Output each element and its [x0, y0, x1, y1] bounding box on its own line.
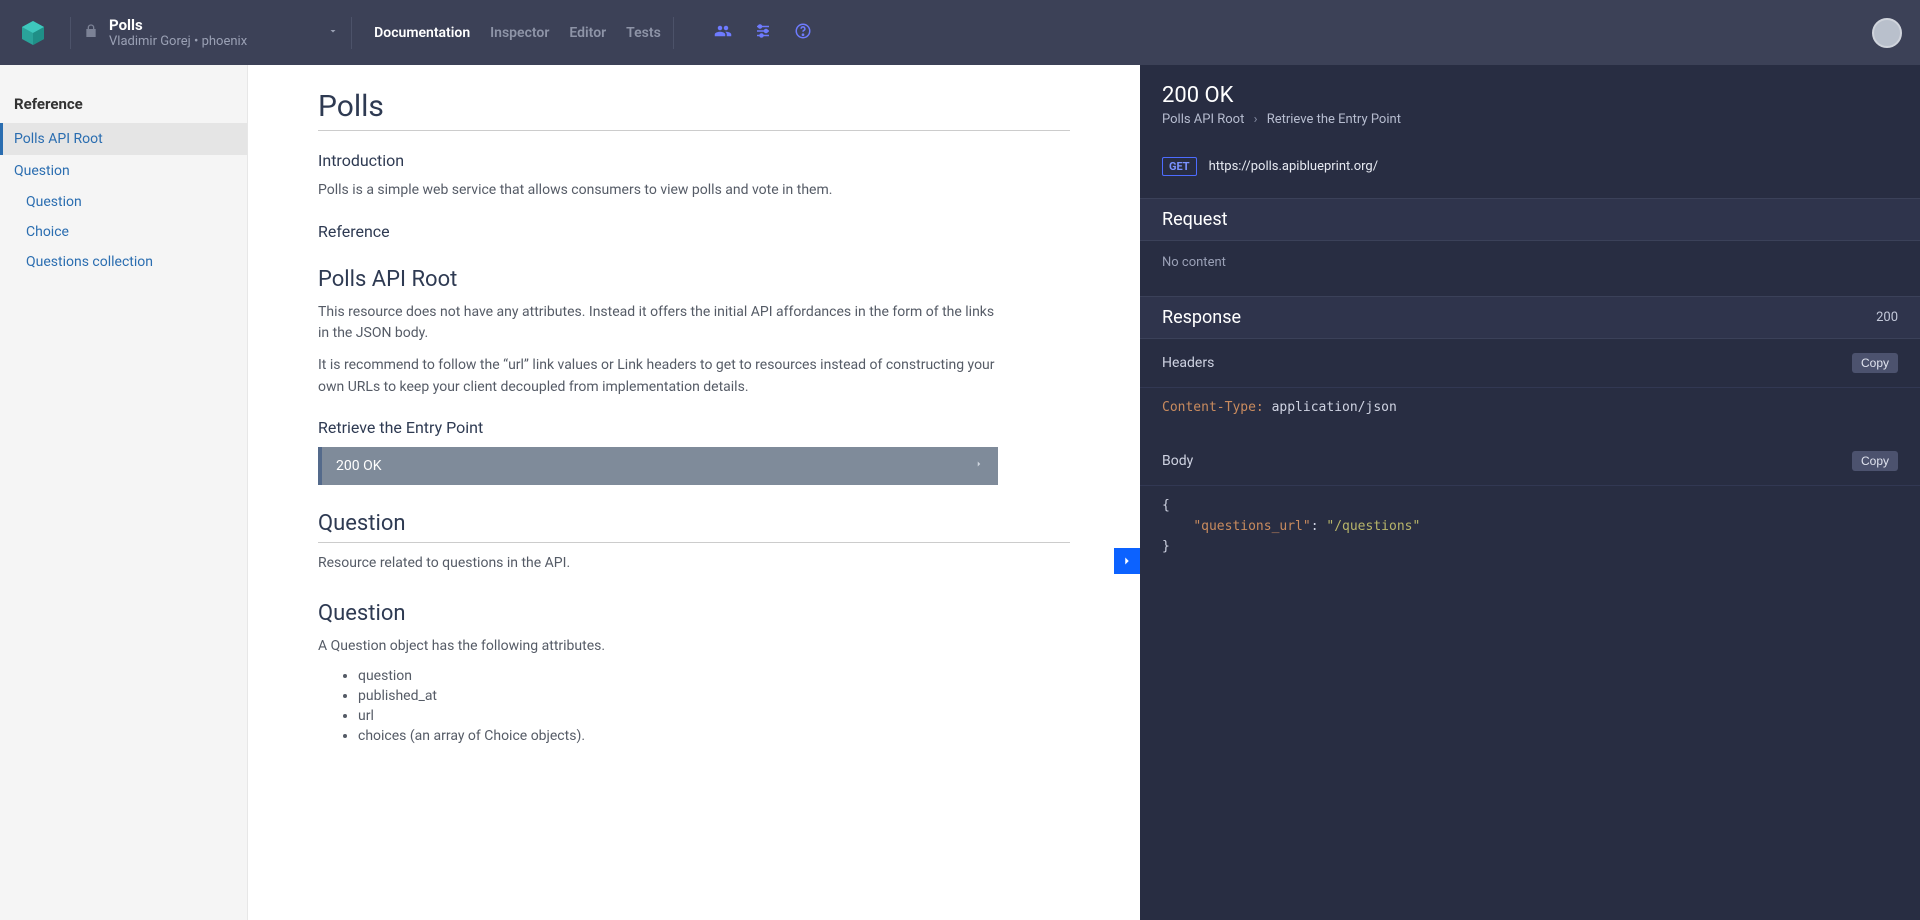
root-heading: Polls API Root — [318, 267, 1070, 292]
endpoint-url: https://polls.apiblueprint.org/ — [1209, 159, 1378, 174]
sidebar-item-root[interactable]: Polls API Root — [0, 123, 247, 155]
settings-icon[interactable] — [754, 22, 772, 44]
reference-heading: Reference — [318, 222, 1070, 241]
attr-list: question published_at url choices (an ar… — [318, 668, 1070, 744]
method-badge: GET — [1162, 157, 1197, 176]
question-sub-heading: Question — [318, 601, 1070, 626]
logo-icon — [18, 18, 48, 48]
separator — [673, 17, 674, 49]
sidebar-item-question[interactable]: Question — [0, 155, 247, 187]
copy-headers-button[interactable]: Copy — [1852, 353, 1898, 373]
separator — [70, 17, 71, 49]
attr-item: published_at — [358, 688, 1070, 704]
root-text-2: It is recommend to follow the “url” link… — [318, 355, 998, 398]
request-header: Request — [1140, 198, 1920, 241]
sidebar-sub-collection[interactable]: Questions collection — [0, 247, 247, 277]
team-icon[interactable] — [714, 22, 732, 44]
attr-item: choices (an array of Choice objects). — [358, 728, 1070, 744]
tab-tests[interactable]: Tests — [626, 25, 661, 41]
question-attr-text: A Question object has the following attr… — [318, 636, 998, 658]
help-icon[interactable] — [794, 22, 812, 44]
lock-icon — [83, 23, 99, 43]
retrieve-heading: Retrieve the Entry Point — [318, 418, 1070, 437]
url-bar: GET https://polls.apiblueprint.org/ — [1140, 145, 1920, 198]
status-row-200[interactable]: 200 OK — [318, 447, 998, 485]
headers-code: Content-Type: application/json — [1140, 388, 1920, 437]
nav-tabs: Documentation Inspector Editor Tests — [374, 25, 661, 41]
question-heading: Question — [318, 511, 1070, 543]
attr-item: url — [358, 708, 1070, 724]
status-label: 200 OK — [336, 458, 382, 474]
tab-documentation[interactable]: Documentation — [374, 25, 470, 41]
intro-heading: Introduction — [318, 151, 1070, 170]
tab-inspector[interactable]: Inspector — [490, 25, 549, 41]
intro-text: Polls is a simple web service that allow… — [318, 180, 998, 202]
copy-body-button[interactable]: Copy — [1852, 451, 1898, 471]
breadcrumb: Polls API Root › Retrieve the Entry Poin… — [1162, 112, 1898, 127]
response-header: Response 200 — [1140, 296, 1920, 339]
collapse-panel-button[interactable] — [1114, 548, 1140, 574]
sidebar-sub-choice[interactable]: Choice — [0, 217, 247, 247]
user-avatar[interactable] — [1872, 18, 1902, 48]
body-row: Body Copy — [1140, 437, 1920, 486]
header-icons — [714, 22, 812, 44]
headers-label: Headers — [1162, 355, 1214, 371]
response-code: 200 — [1876, 310, 1898, 325]
sidebar: Reference Polls API Root Question Questi… — [0, 65, 248, 920]
details-panel: 200 OK Polls API Root › Retrieve the Ent… — [1140, 65, 1920, 920]
separator — [351, 17, 352, 49]
breadcrumb-item[interactable]: Retrieve the Entry Point — [1267, 112, 1401, 127]
project-title: Polls — [109, 16, 247, 34]
headers-row: Headers Copy — [1140, 339, 1920, 388]
sidebar-heading: Reference — [0, 83, 247, 123]
panel-status: 200 OK — [1162, 83, 1898, 108]
project-info[interactable]: Polls Vladimir Gorej • phoenix — [109, 16, 247, 50]
attr-item: question — [358, 668, 1070, 684]
project-subtitle: Vladimir Gorej • phoenix — [109, 34, 247, 50]
sidebar-sub-question[interactable]: Question — [0, 187, 247, 217]
project-menu-icon[interactable] — [327, 25, 339, 41]
chevron-right-icon: › — [1254, 112, 1258, 127]
breadcrumb-item[interactable]: Polls API Root — [1162, 112, 1244, 127]
root-text-1: This resource does not have any attribut… — [318, 302, 998, 345]
chevron-right-icon — [974, 457, 984, 475]
doc-title: Polls — [318, 89, 1070, 131]
body-code: { "questions_url": "/questions" } — [1140, 486, 1920, 576]
tab-editor[interactable]: Editor — [569, 25, 606, 41]
doc-content[interactable]: Polls Introduction Polls is a simple web… — [248, 65, 1140, 920]
body-label: Body — [1162, 453, 1193, 469]
question-text: Resource related to questions in the API… — [318, 553, 998, 575]
app-header: Polls Vladimir Gorej • phoenix Documenta… — [0, 0, 1920, 65]
no-content-text: No content — [1140, 241, 1920, 296]
